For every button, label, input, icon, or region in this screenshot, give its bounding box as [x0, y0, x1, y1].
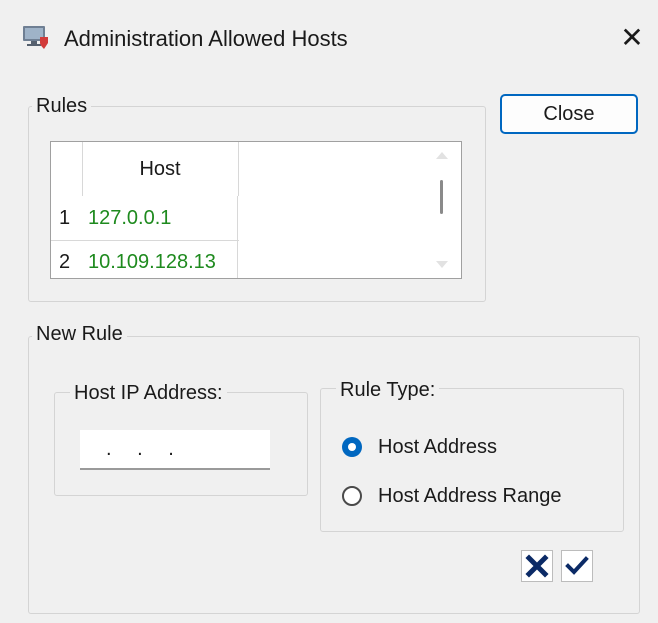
- window-title: Administration Allowed Hosts: [64, 26, 348, 51]
- close-icon[interactable]: ✕: [612, 18, 652, 58]
- table-row[interactable]: 2 10.109.128.13: [51, 240, 239, 278]
- table-row[interactable]: 1 127.0.0.1: [51, 196, 239, 241]
- rule-type-label: Rule Type:: [336, 378, 440, 402]
- close-button[interactable]: Close: [500, 94, 638, 134]
- host-column-header[interactable]: Host: [82, 142, 239, 196]
- x-mark-icon: [525, 554, 549, 578]
- host-cell[interactable]: 127.0.0.1: [82, 196, 238, 240]
- rules-table[interactable]: Host 1 127.0.0.1 2 10.109.128.13: [50, 141, 462, 279]
- scroll-down-arrow-icon[interactable]: [436, 261, 448, 268]
- radio-host-address[interactable]: Host Address: [342, 432, 602, 464]
- radio-label: Host Address Range: [378, 485, 562, 507]
- radio-selected-icon[interactable]: [342, 437, 362, 457]
- radio-unselected-icon[interactable]: [342, 486, 362, 506]
- row-number-header: [51, 142, 83, 196]
- row-number: 1: [59, 207, 71, 229]
- cancel-rule-button[interactable]: [521, 550, 553, 582]
- radio-label: Host Address: [378, 436, 497, 458]
- check-mark-icon: [565, 556, 589, 575]
- new-rule-group-label: New Rule: [32, 322, 127, 346]
- vertical-scrollbar[interactable]: [433, 148, 451, 272]
- computer-shield-icon: [23, 26, 48, 49]
- scrollbar-thumb[interactable]: [440, 180, 443, 214]
- host-cell[interactable]: 10.109.128.13: [82, 240, 238, 278]
- rules-group-label: Rules: [32, 94, 92, 118]
- title-bar: Administration Allowed Hosts ✕: [0, 0, 658, 76]
- confirm-rule-button[interactable]: [561, 550, 593, 582]
- host-ip-label: Host IP Address:: [70, 381, 227, 405]
- host-ip-input[interactable]: . . .: [80, 430, 270, 470]
- row-number: 2: [59, 251, 71, 273]
- radio-host-address-range[interactable]: Host Address Range: [342, 481, 602, 513]
- scroll-up-arrow-icon[interactable]: [436, 152, 448, 159]
